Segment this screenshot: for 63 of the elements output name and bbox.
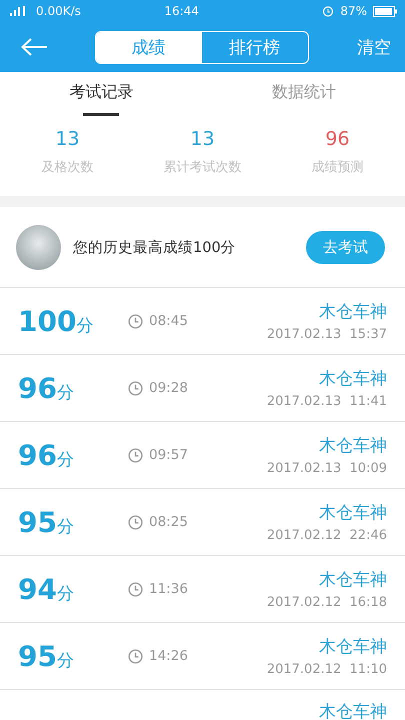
score-unit: 分 xyxy=(56,448,74,470)
score-value: 95 xyxy=(18,506,57,538)
take-exam-button[interactable]: 去考试 xyxy=(306,230,385,264)
exam-duration: 09:57 xyxy=(149,447,188,463)
stat-value: 13 xyxy=(190,128,215,150)
record-row[interactable]: 95分 08:25 木仓车神 2017.02.12 22:46 xyxy=(0,489,405,556)
clock-icon xyxy=(128,380,143,396)
score-unit: 分 xyxy=(56,516,74,538)
user-name: 木仓车神 xyxy=(319,301,387,323)
score-value: 96 xyxy=(18,372,57,404)
stat-label: 成绩预测 xyxy=(312,159,364,176)
clock-icon xyxy=(128,648,143,664)
segment-tab[interactable]: 排行榜 xyxy=(202,32,308,62)
clock-icon xyxy=(128,582,143,596)
record-row[interactable]: 96分 09:57 木仓车神 2017.02.13 10:09 xyxy=(0,422,405,489)
clock-icon xyxy=(128,448,143,462)
score-unit: 分 xyxy=(76,314,94,336)
score-unit: 分 xyxy=(56,382,74,404)
score-value: 94 xyxy=(18,572,57,606)
exam-duration: 14:26 xyxy=(149,648,188,664)
exam-date: 2017.02.13 11:41 xyxy=(266,394,387,409)
record-row[interactable]: 100分 08:45 木仓车神 2017.02.13 15:37 xyxy=(0,288,405,355)
score-value: 96 xyxy=(18,438,57,472)
network-speed: 0.00K/s xyxy=(36,4,81,18)
exam-duration: 09:28 xyxy=(149,380,188,396)
record-row[interactable]: 94分 11:36 木仓车神 2017.02.12 16:18 xyxy=(0,556,405,623)
exam-date: 2017.02.13 15:37 xyxy=(266,327,387,342)
clock-icon xyxy=(128,314,143,328)
segment-tab[interactable]: 成绩 xyxy=(96,32,202,62)
exam-duration: 08:25 xyxy=(149,514,188,530)
stat-value: 96 xyxy=(325,128,350,150)
record-row[interactable]: 96分 09:28 木仓车神 2017.02.13 11:41 xyxy=(0,355,405,422)
exam-date: 2017.02.12 11:10 xyxy=(266,662,387,677)
exam-date: 2017.02.13 10:09 xyxy=(266,461,387,476)
score-unit: 分 xyxy=(56,650,74,672)
avatar-photo-placeholder xyxy=(16,224,61,270)
status-time: 16:44 xyxy=(164,4,199,18)
best-score-text: 您的历史最高成绩100分 xyxy=(73,238,237,256)
exam-duration: 08:45 xyxy=(149,313,188,329)
clock-icon xyxy=(128,514,143,530)
battery-icon xyxy=(373,6,397,16)
record-row[interactable]: 95分 14:26 木仓车神 2017.02.12 11:10 xyxy=(0,623,405,690)
stat-label: 及格次数 xyxy=(42,159,94,176)
tab[interactable]: 考试记录 xyxy=(0,82,202,116)
stat-label: 累计考试次数 xyxy=(164,159,242,176)
user-name: 木仓车神 xyxy=(319,502,387,524)
score-value: 95 xyxy=(18,640,57,672)
stat-value: 13 xyxy=(55,128,80,150)
alarm-icon xyxy=(322,5,334,17)
score-value: 100 xyxy=(18,304,76,338)
exam-date: 2017.02.12 16:18 xyxy=(266,595,387,610)
exam-date: 2017.02.12 22:46 xyxy=(266,528,387,543)
tab[interactable]: 数据统计 xyxy=(202,82,405,116)
user-name: 木仓车神 xyxy=(319,569,387,591)
user-name: 木仓车神 xyxy=(319,636,387,658)
clear-button[interactable]: 清空 xyxy=(355,36,393,58)
back-arrow-icon[interactable] xyxy=(20,37,48,57)
user-name: 木仓车神 xyxy=(319,701,387,720)
user-name: 木仓车神 xyxy=(319,435,387,457)
score-unit: 分 xyxy=(56,582,74,604)
exam-duration: 11:36 xyxy=(149,581,188,597)
user-name: 木仓车神 xyxy=(319,368,387,390)
battery-percent: 87% xyxy=(340,4,367,18)
